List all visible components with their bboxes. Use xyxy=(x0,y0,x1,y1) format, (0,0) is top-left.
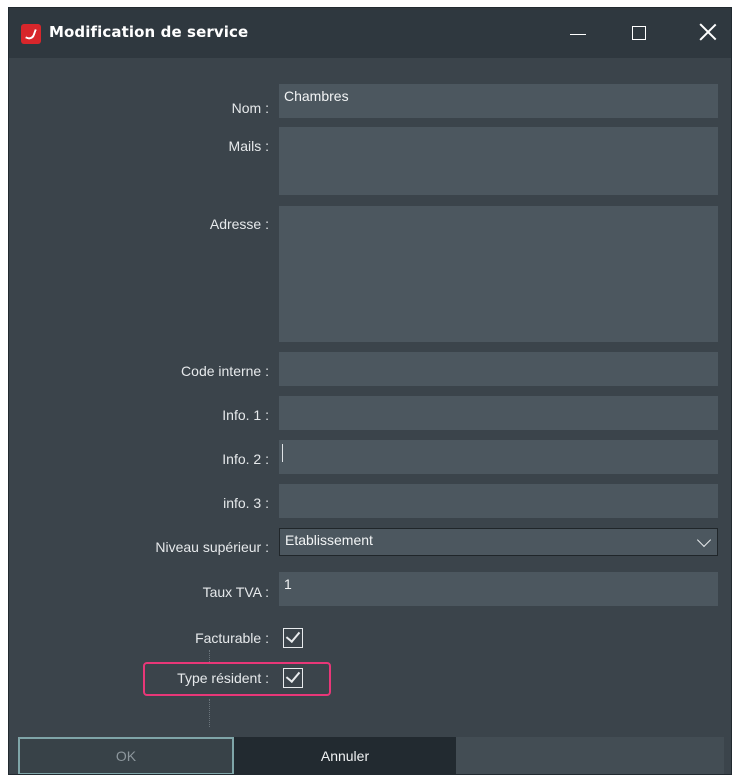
app-logo-icon xyxy=(21,24,41,44)
info1-field[interactable] xyxy=(279,396,718,430)
code-interne-field[interactable] xyxy=(279,352,718,386)
taux-tva-field[interactable]: 1 xyxy=(279,572,718,606)
text-cursor xyxy=(282,444,283,462)
info1-label: Info. 1 : xyxy=(222,407,269,423)
close-icon xyxy=(699,23,717,41)
code-interne-label: Code interne : xyxy=(181,363,269,379)
close-button[interactable] xyxy=(685,8,731,58)
window-title: Modification de service xyxy=(49,23,249,41)
niveau-superieur-value: Etablissement xyxy=(285,532,373,548)
button-bar-filler xyxy=(456,737,724,774)
adresse-label: Adresse : xyxy=(209,216,269,232)
niveau-superieur-label: Niveau supérieur : xyxy=(155,539,269,555)
taux-tva-value: 1 xyxy=(284,576,292,592)
niveau-superieur-select[interactable]: Etablissement xyxy=(279,528,718,556)
mails-label: Mails : xyxy=(228,138,269,154)
info2-field[interactable] xyxy=(279,440,718,474)
minimize-icon xyxy=(570,34,586,35)
dialog-window: Modification de service Nom : Chambres M… xyxy=(8,7,732,775)
facturable-checkbox[interactable] xyxy=(283,627,303,648)
type-resident-checkbox[interactable] xyxy=(283,667,303,688)
maximize-icon xyxy=(632,26,646,40)
type-resident-label: Type résident : xyxy=(177,670,269,686)
nom-field[interactable]: Chambres xyxy=(279,84,718,118)
mails-field[interactable] xyxy=(279,127,718,195)
adresse-field[interactable] xyxy=(279,206,718,342)
taux-tva-label: Taux TVA : xyxy=(202,584,269,600)
focus-dotted-line xyxy=(209,699,210,727)
nom-value: Chambres xyxy=(284,88,349,104)
form-area: Nom : Chambres Mails : Adresse : Code in… xyxy=(9,58,731,728)
info3-field[interactable] xyxy=(279,484,718,518)
chevron-down-icon xyxy=(696,532,712,548)
info2-label: Info. 2 : xyxy=(222,451,269,467)
facturable-label: Facturable : xyxy=(195,630,269,646)
maximize-button[interactable] xyxy=(617,8,663,58)
cancel-button[interactable]: Annuler xyxy=(234,737,456,774)
nom-label: Nom : xyxy=(231,100,269,116)
title-bar[interactable]: Modification de service xyxy=(9,8,731,58)
checkmark-icon xyxy=(285,627,301,644)
checkmark-icon xyxy=(285,667,301,684)
ok-button[interactable]: OK xyxy=(18,737,234,774)
info3-label: info. 3 : xyxy=(223,495,269,511)
button-bar: OK Annuler xyxy=(9,728,731,774)
minimize-button[interactable] xyxy=(555,8,601,58)
